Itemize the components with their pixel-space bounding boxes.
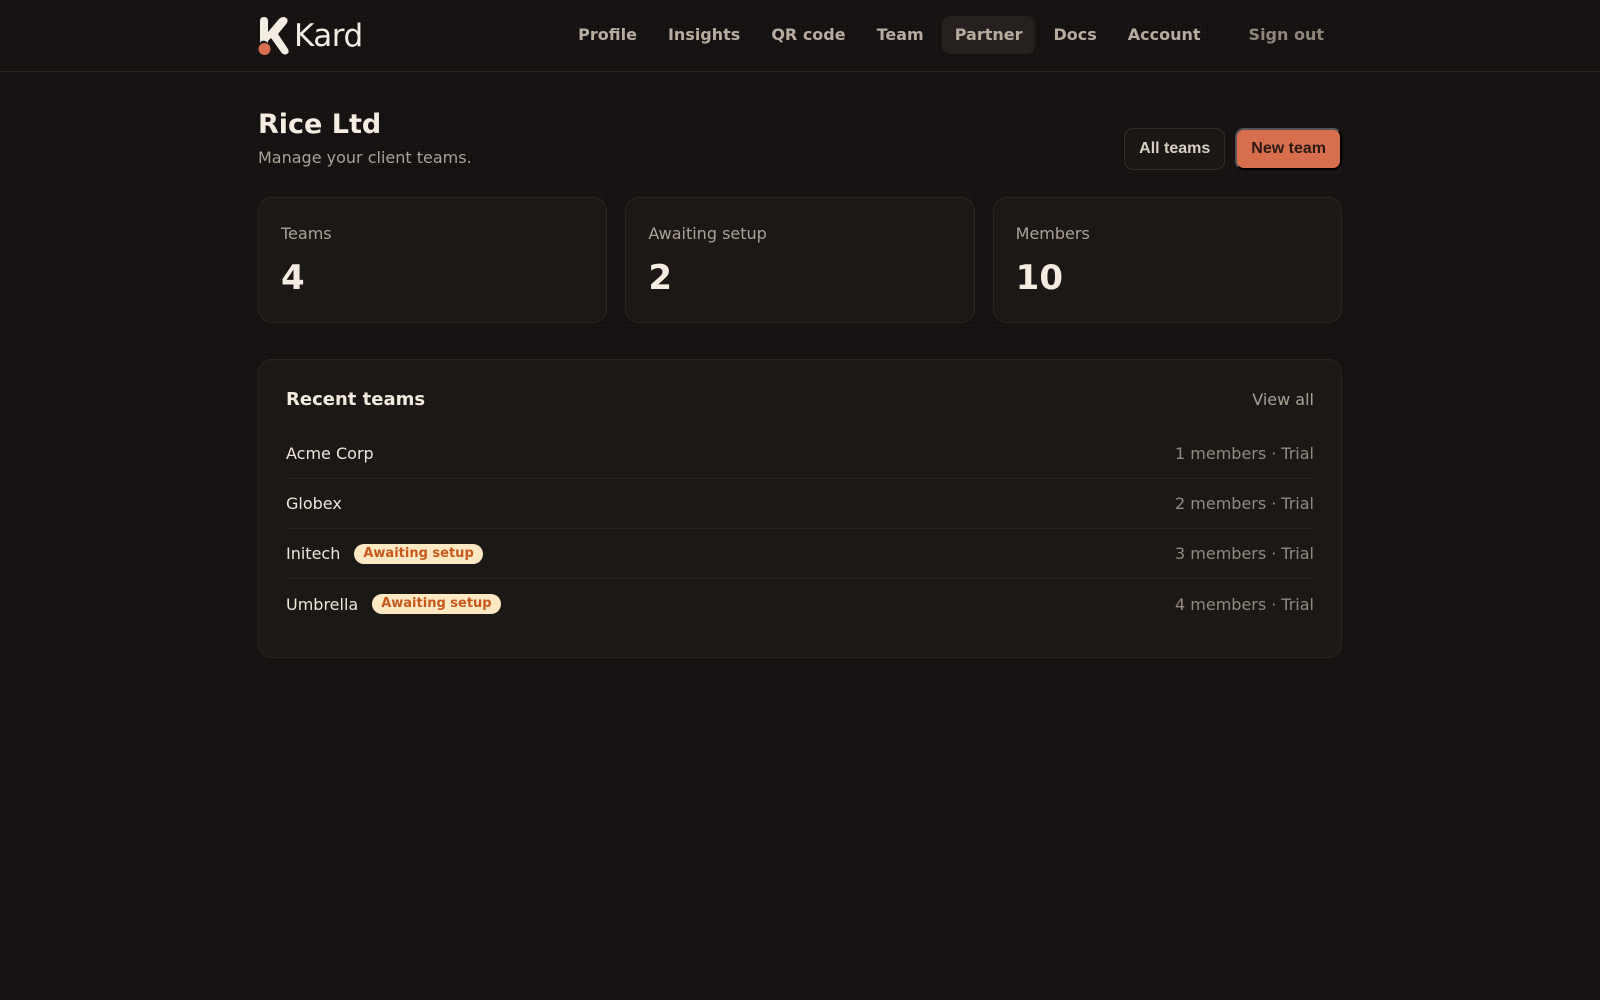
- meta-separator: ·: [1271, 444, 1277, 463]
- kard-logo[interactable]: Kard: [258, 17, 363, 55]
- plan-label: Trial: [1281, 494, 1314, 513]
- member-count: 4 members: [1175, 594, 1267, 614]
- brand-name: Kard: [294, 18, 363, 54]
- page-header: Rice Ltd Manage your client teams.: [258, 108, 472, 168]
- stat-label: Awaiting setup: [648, 224, 767, 243]
- new-team-button[interactable]: New team: [1235, 128, 1342, 170]
- stats-row: Teams 4 Awaiting setup 2 Members 10: [258, 197, 1342, 323]
- page-title: Rice Ltd: [258, 109, 382, 140]
- top-navigation-bar: Kard Profile Insights QR code Team Partn…: [0, 0, 1600, 72]
- meta-separator: ·: [1271, 494, 1277, 513]
- meta-separator: ·: [1271, 594, 1277, 614]
- stat-value: 2: [648, 258, 672, 298]
- member-count: 3 members: [1175, 544, 1267, 563]
- team-name: Initech: [286, 544, 341, 563]
- team-row-globex[interactable]: Globex 2 members · Trial: [286, 479, 1314, 529]
- all-teams-button[interactable]: All teams: [1124, 128, 1226, 170]
- stat-card-teams: Teams 4: [258, 197, 608, 323]
- sign-out-button[interactable]: Sign out: [1236, 16, 1337, 54]
- stat-card-awaiting-setup: Awaiting setup 2: [625, 197, 975, 323]
- team-name: Umbrella: [286, 594, 359, 614]
- team-meta: 1 members · Trial: [1175, 444, 1314, 463]
- team-row-initech[interactable]: Initech Awaiting setup 3 members · Trial: [286, 529, 1314, 579]
- nav-profile[interactable]: Profile: [565, 16, 650, 54]
- plan-label: Trial: [1281, 544, 1314, 563]
- status-badge: Awaiting setup: [354, 543, 483, 564]
- page-actions: All teams New team: [1124, 128, 1342, 170]
- meta-separator: ·: [1271, 544, 1277, 563]
- member-count: 1 members: [1175, 444, 1267, 463]
- view-all-link[interactable]: View all: [1252, 390, 1314, 409]
- team-name: Globex: [286, 494, 342, 513]
- main-nav: Profile Insights QR code Team Partner Do…: [560, 16, 1337, 54]
- team-meta: 3 members · Trial: [1175, 544, 1314, 563]
- plan-label: Trial: [1281, 444, 1314, 463]
- stat-value: 4: [281, 258, 305, 298]
- team-name: Acme Corp: [286, 444, 374, 463]
- team-row-left: Globex: [286, 494, 342, 513]
- plan-label: Trial: [1281, 594, 1314, 614]
- team-meta: 2 members · Trial: [1175, 494, 1314, 513]
- kard-k-icon: [258, 17, 289, 55]
- team-meta: 4 members · Trial: [1175, 595, 1314, 614]
- page-subtitle: Manage your client teams.: [258, 148, 472, 167]
- team-row-left: Initech Awaiting setup: [286, 543, 483, 564]
- nav-partner[interactable]: Partner: [941, 16, 1036, 54]
- nav-account[interactable]: Account: [1115, 16, 1214, 54]
- recent-teams-panel: Recent teams View all Acme Corp 1 member…: [258, 359, 1342, 658]
- nav-docs[interactable]: Docs: [1040, 16, 1109, 54]
- status-badge: Awaiting setup: [372, 594, 501, 614]
- nav-qr-code[interactable]: QR code: [758, 16, 858, 54]
- team-row-acme-corp[interactable]: Acme Corp 1 members · Trial: [286, 429, 1314, 479]
- stat-card-members: Members 10: [992, 197, 1342, 323]
- stat-label: Members: [1015, 224, 1090, 243]
- panel-header: Recent teams View all: [286, 379, 1314, 419]
- nav-insights[interactable]: Insights: [655, 16, 753, 54]
- member-count: 2 members: [1175, 494, 1267, 513]
- panel-title: Recent teams: [286, 388, 426, 410]
- nav-team[interactable]: Team: [864, 16, 937, 54]
- stat-label: Teams: [281, 224, 332, 243]
- stat-value: 10: [1015, 258, 1063, 298]
- team-row-left: Umbrella Awaiting setup: [286, 594, 501, 614]
- team-row-umbrella[interactable]: Umbrella Awaiting setup 4 members · Tria…: [286, 579, 1314, 629]
- team-row-left: Acme Corp: [286, 444, 374, 463]
